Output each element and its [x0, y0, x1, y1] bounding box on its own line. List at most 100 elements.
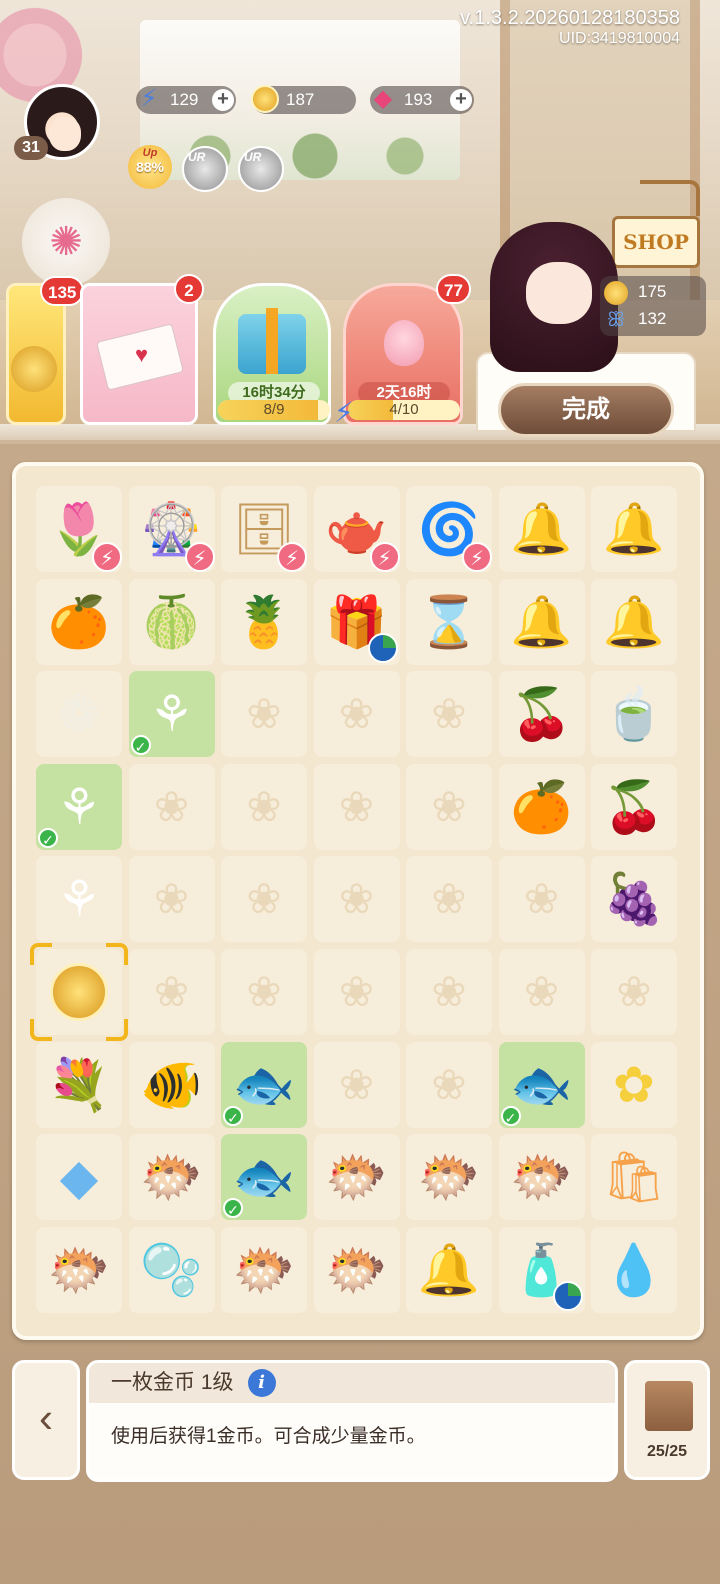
- peach-card[interactable]: 2天16时 4/10: [343, 283, 463, 425]
- selection-corner: [106, 943, 128, 965]
- green-fruit-icon: 🍈: [140, 593, 203, 650]
- board-cell[interactable]: 🐡: [128, 1134, 215, 1221]
- dome-lavender-icon: 🔔: [602, 501, 666, 557]
- board-cell[interactable]: ⚘: [36, 856, 122, 943]
- selection-corner: [106, 1019, 128, 1041]
- empty-board-cell[interactable]: [221, 763, 307, 850]
- gold-coin-icon: [11, 346, 57, 392]
- board-cell[interactable]: 🍊: [498, 763, 585, 850]
- add-energy-button[interactable]: +: [212, 89, 234, 111]
- board-cell[interactable]: 🐟 ✓: [221, 1134, 307, 1221]
- shop-sign-button[interactable]: SHOP: [612, 216, 700, 268]
- ur-token-2[interactable]: UR: [238, 146, 284, 192]
- board-cell[interactable]: 🧴: [498, 1226, 585, 1313]
- empty-board-cell[interactable]: [221, 949, 307, 1035]
- selection-corner: [30, 943, 52, 965]
- empty-board-cell[interactable]: [498, 856, 585, 943]
- board-cell[interactable]: 🐟 ✓: [221, 1041, 307, 1128]
- energy-bolt-icon: ⚡: [140, 85, 158, 112]
- info-icon[interactable]: i: [247, 1369, 276, 1398]
- board-cell[interactable]: 🐡: [221, 1226, 307, 1313]
- board-cell[interactable]: 🔔: [498, 578, 585, 665]
- check-icon: ✓: [130, 735, 151, 756]
- goldfish-icon: 🐡: [510, 1149, 573, 1206]
- up-rate-badge[interactable]: Up 88%: [128, 145, 172, 189]
- board-cell[interactable]: 🛍: [591, 1134, 677, 1221]
- board-cell[interactable]: 🌷 ⚡: [36, 486, 122, 572]
- mail-card-badge: 2: [174, 274, 204, 304]
- empty-board-cell[interactable]: [128, 949, 215, 1035]
- board-cell[interactable]: 🐡: [498, 1134, 585, 1221]
- gift-card[interactable]: 16时34分 8/9: [213, 283, 331, 425]
- pineapple-icon: 🍍: [232, 593, 296, 650]
- item-info-header: 一枚金币 1级 i: [89, 1363, 615, 1403]
- board-cell[interactable]: 🐡: [313, 1226, 400, 1313]
- empty-board-cell[interactable]: [221, 856, 307, 943]
- done-button[interactable]: 完成: [498, 383, 674, 437]
- goldfish-icon: 🐡: [325, 1241, 388, 1298]
- board-cell[interactable]: 🫖 ⚡: [313, 486, 400, 572]
- board-cell[interactable]: 🐡: [313, 1134, 400, 1221]
- ur-token-1[interactable]: UR: [182, 146, 228, 192]
- avatar-face: [49, 117, 81, 151]
- board-cell[interactable]: 🌀 ⚡: [406, 486, 492, 572]
- player-level-badge: 31: [14, 136, 48, 160]
- board-cell[interactable]: ⌛: [406, 578, 492, 665]
- empty-board-cell[interactable]: [406, 1041, 492, 1128]
- up-label: Up: [142, 147, 158, 159]
- empty-board-cell[interactable]: [128, 856, 215, 943]
- empty-board-cell[interactable]: [406, 763, 492, 850]
- empty-board-cell[interactable]: [128, 763, 215, 850]
- inventory-button[interactable]: 25/25: [624, 1360, 710, 1480]
- empty-board-cell[interactable]: [313, 856, 400, 943]
- board-cell[interactable]: 🍵: [591, 671, 677, 758]
- empty-board-cell[interactable]: [591, 949, 677, 1035]
- board-cell[interactable]: 🗄 ⚡: [221, 486, 307, 572]
- board-cell[interactable]: 🍒: [498, 671, 585, 758]
- empty-board-cell[interactable]: [313, 949, 400, 1035]
- board-cell[interactable]: 🔔: [591, 486, 677, 572]
- inventory-count: 25/25: [646, 1443, 688, 1460]
- empty-board-cell[interactable]: [313, 763, 400, 850]
- board-cell[interactable]: 🔔: [498, 486, 585, 572]
- board-cell[interactable]: ❁: [36, 671, 122, 758]
- board-cell[interactable]: 🐡: [406, 1134, 492, 1221]
- board-cell[interactable]: 🎡 ⚡: [128, 486, 215, 572]
- coin-counter: 187: [251, 85, 356, 114]
- board-cell[interactable]: 🍊: [36, 578, 122, 665]
- goldfish-icon: 🐡: [140, 1149, 203, 1206]
- board-cell[interactable]: 🫧: [128, 1226, 215, 1313]
- empty-board-cell[interactable]: [406, 671, 492, 758]
- empty-board-cell[interactable]: [406, 856, 492, 943]
- pink-slime-icon: 💧: [602, 1241, 666, 1298]
- board-cell[interactable]: 🎁: [313, 578, 400, 665]
- back-button[interactable]: ‹: [12, 1360, 80, 1480]
- board-cell[interactable]: 🍍: [221, 578, 307, 665]
- event-swirl-button[interactable]: ✺: [22, 198, 110, 286]
- empty-board-cell[interactable]: [221, 671, 307, 758]
- empty-board-cell[interactable]: [498, 949, 585, 1035]
- board-cell[interactable]: ◆: [36, 1134, 122, 1221]
- board-cell[interactable]: 🍈: [128, 578, 215, 665]
- gem-value: 193: [404, 90, 433, 109]
- gem-icon: ◆: [373, 85, 393, 112]
- board-cell[interactable]: 🍒: [591, 763, 677, 850]
- empty-board-cell[interactable]: [406, 949, 492, 1035]
- board-cell[interactable]: 💐: [36, 1041, 122, 1128]
- board-cell[interactable]: 🐠: [128, 1041, 215, 1128]
- board-cell[interactable]: 🔔: [406, 1226, 492, 1313]
- board-cell[interactable]: 💧: [591, 1226, 677, 1313]
- empty-board-cell[interactable]: [313, 671, 400, 758]
- board-cell[interactable]: ✿: [591, 1041, 677, 1128]
- board-cell[interactable]: ⚘ ✓: [128, 671, 215, 758]
- mail-card[interactable]: ♥: [80, 283, 198, 425]
- board-cell[interactable]: 🐡: [36, 1226, 122, 1313]
- green-grapes-icon: 🍇: [602, 871, 666, 928]
- add-gems-button[interactable]: +: [450, 89, 472, 111]
- empty-board-cell[interactable]: [313, 1041, 400, 1128]
- board-cell[interactable]: ⚘ ✓: [36, 763, 122, 850]
- board-cell[interactable]: 🔔: [591, 578, 677, 665]
- board-cell[interactable]: 🐟 ✓: [498, 1041, 585, 1128]
- board-cell[interactable]: 🍇: [591, 856, 677, 943]
- item-description: 使用后获得1金币。可合成少量金币。: [111, 1426, 426, 1447]
